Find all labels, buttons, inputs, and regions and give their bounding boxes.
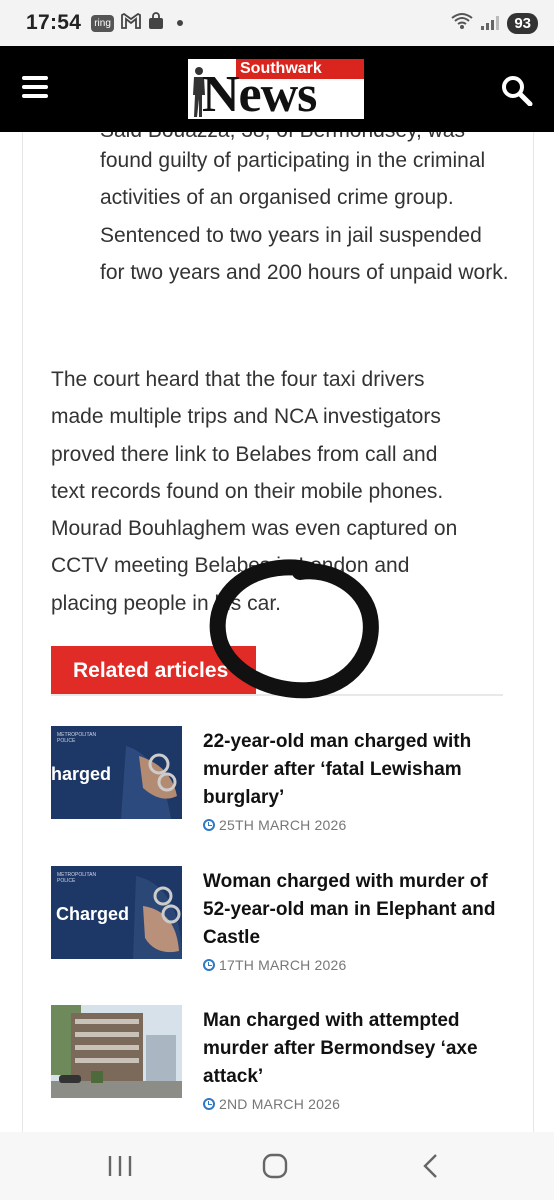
notification-icons: ring [91,11,183,35]
logo-news: News [202,66,317,120]
article-thumbnail [51,1005,182,1098]
gmail-icon [121,12,141,34]
android-nav-bar [0,1132,554,1200]
shopping-bag-icon [148,11,164,35]
related-divider [51,694,503,696]
related-article-date: 2ND MARCH 2026 [203,1096,340,1112]
notification-dot-icon [176,20,183,26]
police-logo-icon: METROPOLITAN POLICE [57,872,97,884]
body-paragraph: The court heard that the four taxi drive… [51,361,511,622]
related-article-date: 17TH MARCH 2026 [203,957,347,973]
related-article-item[interactable]: METROPOLITAN POLICE Charged Woman charged… [51,866,503,981]
home-icon[interactable] [255,1150,295,1182]
site-header: Southwark News [0,46,554,132]
clock-icon [203,819,215,831]
system-icons: 93 [451,12,538,35]
related-article-date: 25TH MARCH 2026 [203,817,347,833]
body-line: The court heard that the four taxi drive… [51,368,425,391]
related-article-title[interactable]: Woman charged with murder of 52-year-old… [203,868,503,952]
status-bar: 17:54 ring 93 [0,0,554,46]
wifi-icon [451,12,473,35]
signal-icon [481,16,500,30]
body-line: made multiple trips and NCA investigator… [51,405,441,429]
related-article-title[interactable]: 22-year-old man charged with murder afte… [203,728,503,812]
body-line: proved there link to Belabes from call a… [51,442,438,466]
search-icon[interactable] [500,74,534,107]
thumbnail-caption: Charged [56,904,130,924]
date-text: 2ND MARCH 2026 [219,1096,341,1112]
building-photo-icon [51,1005,182,1098]
related-articles-heading: Related articles [51,646,256,696]
article-body: Said Bouazza, 38, of Bermondsey, was fou… [0,132,554,1132]
related-article-item[interactable]: Man charged with attempted murder after … [51,1005,503,1120]
police-logo-icon: METROPOLITAN POLICE [57,732,97,744]
clock-icon [203,959,215,971]
site-logo[interactable]: Southwark News [188,59,364,119]
date-text: 17TH MARCH 2026 [219,957,347,973]
hamburger-menu-icon[interactable] [22,76,48,98]
related-article-title[interactable]: Man charged with attempted murder after … [203,1007,503,1091]
body-line: CCTV meeting Belabes in London and [51,554,410,578]
ring-icon: ring [91,14,114,32]
body-line: text records found on their mobile phone… [51,479,444,503]
clock-icon [203,1098,215,1110]
thumbnail-caption: harged [51,764,112,784]
body-line: placing people in his car. [51,591,281,615]
recent-apps-icon[interactable] [100,1150,140,1182]
date-text: 25TH MARCH 2026 [219,817,347,833]
back-icon[interactable] [410,1150,450,1182]
article-thumbnail: METROPOLITAN POLICE harged [51,726,182,819]
battery-icon: 93 [507,12,538,34]
related-article-item[interactable]: METROPOLITAN POLICE harged 22-year-old ma… [51,726,503,841]
status-time: 17:54 [26,11,82,34]
article-thumbnail: METROPOLITAN POLICE Charged [51,866,182,959]
bullet-paragraph: found guilty of participating in the cri… [100,149,509,284]
body-line: Mourad Bouhlaghem was even captured on [51,517,458,541]
